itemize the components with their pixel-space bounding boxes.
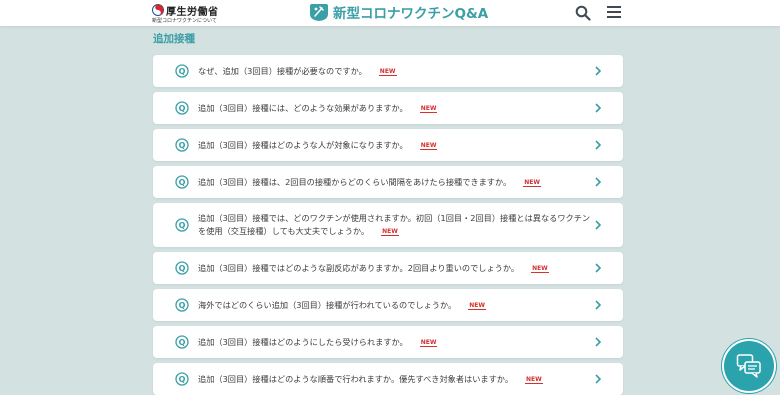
svg-text:Q: Q bbox=[179, 221, 186, 230]
q-circle-icon: Q bbox=[175, 101, 189, 115]
faq-item[interactable]: Q 追加（3回目）接種では、どのワクチンが使用されますか。初回（1回目・2回目）… bbox=[153, 203, 623, 247]
chevron-right-icon bbox=[595, 337, 602, 347]
faq-item[interactable]: Q 海外ではどのくらい追加（3回目）接種が行われているのでしょうか。 NEW bbox=[153, 289, 623, 321]
new-badge: NEW bbox=[381, 228, 399, 236]
faq-item[interactable]: Q なぜ、追加（3回目）接種が必要なのですか。 NEW bbox=[153, 55, 623, 87]
chevron-right-icon bbox=[595, 220, 602, 230]
chevron-right-icon bbox=[595, 177, 602, 187]
svg-text:Q: Q bbox=[179, 375, 186, 384]
search-icon[interactable] bbox=[575, 5, 591, 21]
faq-question: 追加（3回目）接種はどのような人が対象になりますか。 NEW bbox=[198, 139, 593, 152]
chevron-right-icon bbox=[595, 263, 602, 273]
ministry-subtitle: 新型コロナワクチンについて bbox=[152, 18, 217, 24]
faq-item[interactable]: Q 追加（3回目）接種はどのようにしたら受けられますか。 NEW bbox=[153, 326, 623, 358]
new-badge: NEW bbox=[419, 142, 438, 150]
question-text: 追加（3回目）接種はどのような順番で行われますか。優先すべき対象者はいますか。 bbox=[198, 374, 514, 384]
question-text: 追加（3回目）接種はどのような人が対象になりますか。 bbox=[198, 140, 408, 150]
new-badge: NEW bbox=[525, 376, 543, 384]
new-badge: NEW bbox=[468, 302, 486, 310]
chat-bubbles-icon bbox=[736, 354, 761, 378]
question-text: 追加（3回目）接種はどのようにしたら受けられますか。 bbox=[198, 337, 408, 347]
vaccine-logo-icon bbox=[310, 4, 328, 21]
q-circle-icon: Q bbox=[175, 372, 189, 386]
new-badge: NEW bbox=[523, 179, 541, 187]
new-badge: NEW bbox=[419, 105, 438, 113]
site-logo[interactable]: 新型コロナワクチンQ&A bbox=[309, 0, 488, 24]
svg-text:Q: Q bbox=[179, 264, 186, 273]
chevron-right-icon bbox=[595, 300, 602, 310]
faq-question: 追加（3回目）接種はどのような順番で行われますか。優先すべき対象者はいますか。 N… bbox=[198, 373, 593, 386]
question-text: 追加（3回目）接種ではどのような副反応がありますか。2回目より重いのでしょうか。 bbox=[198, 263, 520, 273]
site-title: 新型コロナワクチンQ&A bbox=[333, 6, 489, 22]
svg-text:Q: Q bbox=[179, 301, 186, 310]
site-header: 厚生労働省 新型コロナワクチンについて 新型コロナワクチンQ&A bbox=[0, 0, 780, 26]
q-circle-icon: Q bbox=[175, 298, 189, 312]
faq-item[interactable]: Q 追加（3回目）接種は、2回目の接種からどのくらい間隔をあけたら接種できますか… bbox=[153, 166, 623, 198]
faq-question: 追加（3回目）接種では、どのワクチンが使用されますか。初回（1回目・2回目）接種… bbox=[198, 212, 593, 238]
hamburger-menu-icon[interactable] bbox=[607, 5, 621, 19]
faq-item[interactable]: Q 追加（3回目）接種はどのような順番で行われますか。優先すべき対象者はいますか… bbox=[153, 363, 623, 395]
new-badge: NEW bbox=[531, 265, 549, 273]
section-heading: 追加接種 bbox=[153, 33, 195, 45]
chevron-right-icon bbox=[595, 103, 602, 113]
faq-question: 海外ではどのくらい追加（3回目）接種が行われているのでしょうか。 NEW bbox=[198, 299, 593, 312]
svg-text:Q: Q bbox=[179, 141, 186, 150]
new-badge: NEW bbox=[419, 339, 438, 347]
chevron-right-icon bbox=[595, 374, 602, 384]
new-badge: NEW bbox=[378, 68, 397, 76]
faq-question: 追加（3回目）接種はどのようにしたら受けられますか。 NEW bbox=[198, 336, 593, 349]
ministry-name: 厚生労働省 bbox=[166, 7, 219, 18]
chatbot-button[interactable] bbox=[724, 341, 774, 391]
faq-question: 追加（3回目）接種ではどのような副反応がありますか。2回目より重いのでしょうか。… bbox=[198, 262, 593, 275]
svg-text:Q: Q bbox=[179, 67, 186, 76]
q-circle-icon: Q bbox=[175, 138, 189, 152]
q-circle-icon: Q bbox=[175, 335, 189, 349]
q-circle-icon: Q bbox=[175, 218, 189, 232]
faq-item[interactable]: Q 追加（3回目）接種ではどのような副反応がありますか。2回目より重いのでしょう… bbox=[153, 252, 623, 284]
chevron-right-icon bbox=[595, 66, 602, 76]
faq-item[interactable]: Q 追加（3回目）接種には、どのような効果がありますか。 NEW bbox=[153, 92, 623, 124]
question-text: なぜ、追加（3回目）接種が必要なのですか。 bbox=[198, 66, 367, 76]
svg-text:Q: Q bbox=[179, 104, 186, 113]
faq-question: なぜ、追加（3回目）接種が必要なのですか。 NEW bbox=[198, 65, 593, 78]
question-text: 海外ではどのくらい追加（3回目）接種が行われているのでしょうか。 bbox=[198, 300, 457, 310]
svg-text:Q: Q bbox=[179, 178, 186, 187]
q-circle-icon: Q bbox=[175, 175, 189, 189]
faq-question: 追加（3回目）接種には、どのような効果がありますか。 NEW bbox=[198, 102, 593, 115]
q-circle-icon: Q bbox=[175, 64, 189, 78]
question-text: 追加（3回目）接種は、2回目の接種からどのくらい間隔をあけたら接種できますか。 bbox=[198, 177, 512, 187]
ministry-emblem-icon bbox=[152, 4, 164, 16]
faq-item[interactable]: Q 追加（3回目）接種はどのような人が対象になりますか。 NEW bbox=[153, 129, 623, 161]
faq-question: 追加（3回目）接種は、2回目の接種からどのくらい間隔をあけたら接種できますか。 N… bbox=[198, 176, 593, 189]
svg-text:Q: Q bbox=[179, 338, 186, 347]
question-text: 追加（3回目）接種には、どのような効果がありますか。 bbox=[198, 103, 408, 113]
chevron-right-icon bbox=[595, 140, 602, 150]
q-circle-icon: Q bbox=[175, 261, 189, 275]
